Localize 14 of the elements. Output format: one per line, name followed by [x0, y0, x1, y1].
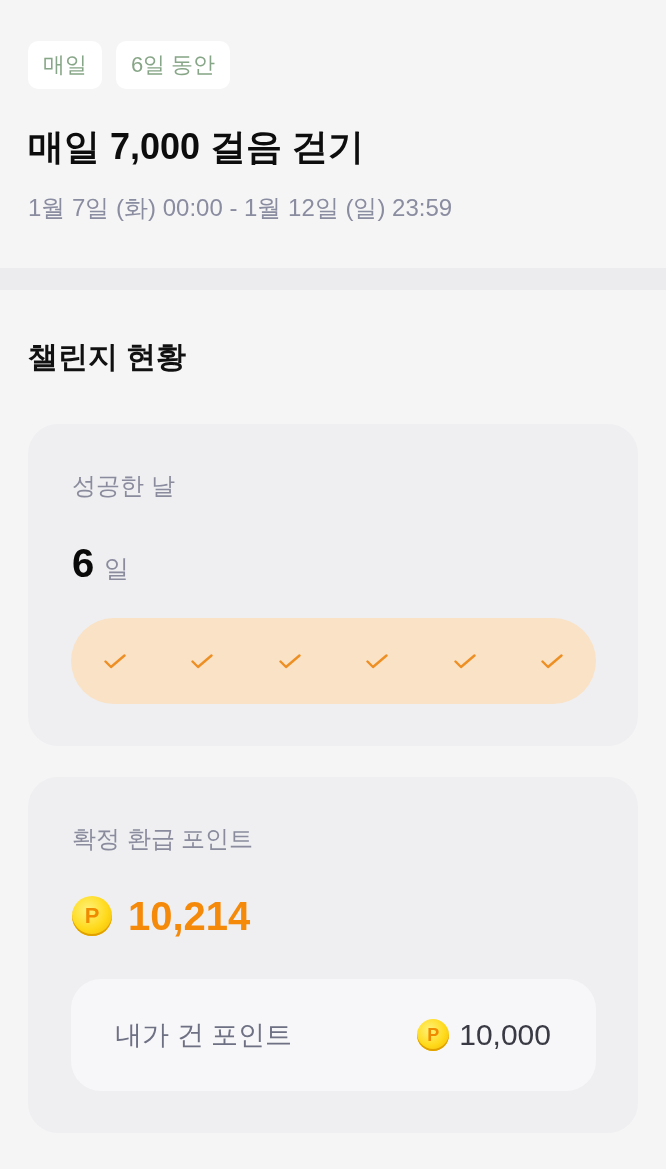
- stake-label: 내가 건 포인트: [115, 1019, 292, 1052]
- point-coin-icon: P: [417, 1019, 450, 1051]
- day-count: 6: [72, 540, 95, 587]
- point-coin-icon: P: [72, 896, 112, 936]
- card-label: 성공한 날: [72, 471, 175, 501]
- challenge-period: 1월 7일 (화) 00:00 - 1월 12일 (일) 23:59: [28, 193, 453, 223]
- tag-chip: 매일: [28, 41, 102, 89]
- card-label: 확정 환급 포인트: [72, 824, 254, 854]
- tag-chip: 6일 동안: [116, 41, 231, 89]
- day-unit: 일: [104, 553, 130, 584]
- challenge-title: 매일 7,000 걸음 걷기: [28, 125, 365, 169]
- refund-amount: 10,214: [128, 893, 251, 940]
- stake-amount: 10,000: [459, 1018, 551, 1052]
- section-heading: 챌린지 현황: [28, 339, 187, 375]
